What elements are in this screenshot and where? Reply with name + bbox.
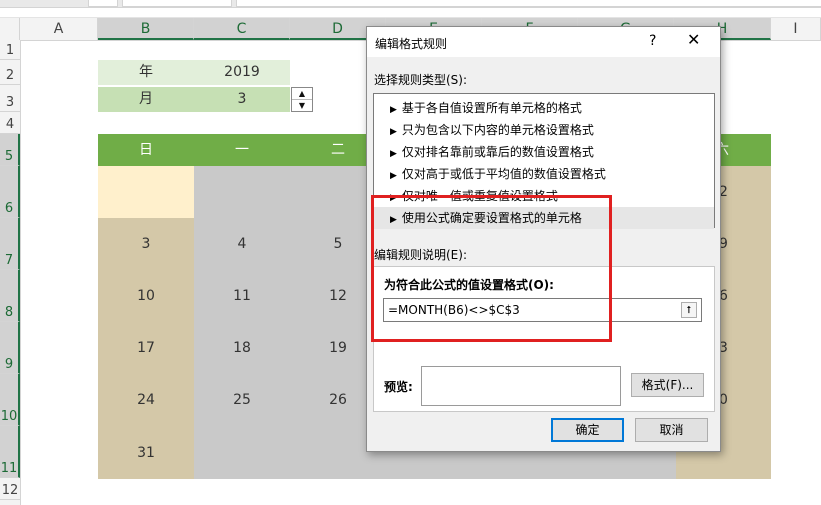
formula-bar-strip [0,0,821,8]
format-button[interactable]: 格式(F)... [631,373,704,397]
calendar-day-cell[interactable]: 4 [194,218,290,270]
rule-type-label: 仅对高于或低于平均值的数值设置格式 [401,167,606,181]
rule-type-item[interactable]: ▶ 仅对高于或低于平均值的数值设置格式 [374,163,714,185]
calendar-day-cell[interactable]: 24 [98,374,194,426]
help-icon[interactable]: ? [649,33,656,49]
weekday-sun: 日 [139,142,153,158]
rule-type-item[interactable]: ▶ 仅对排名靠前或靠后的数值设置格式 [374,141,714,163]
row-header-7[interactable]: 7 [0,218,20,270]
rule-type-label: 只为包含以下内容的单元格设置格式 [401,123,594,137]
select-rule-type-label: 选择规则类型(S): [374,73,468,87]
triangle-icon: ▶ [390,105,397,115]
spin-up-icon[interactable]: ▲ [292,88,312,100]
weekday-mon: 一 [235,142,249,158]
year-value-cell[interactable]: 2019 [194,60,290,85]
row-header-5[interactable]: 5 [0,134,20,166]
dialog-titlebar[interactable]: 编辑格式规则 ? ✕ [367,27,720,57]
strip-segment [236,0,821,7]
calendar-day-cell[interactable]: 17 [98,322,194,374]
strip-segment [122,0,232,7]
strip-segment [88,0,118,7]
row-header-11[interactable]: 11 [0,426,20,478]
row-header-4[interactable]: 4 [0,112,20,134]
triangle-icon: ▶ [390,171,397,181]
row-header-1[interactable]: 1 [0,40,20,60]
column-header-i[interactable]: I [771,18,821,40]
preview-label: 预览: [384,380,413,394]
row-header-12[interactable]: 12 [0,478,20,500]
dialog-title: 编辑格式规则 [375,37,448,51]
rule-type-label: 基于各自值设置所有单元格的格式 [401,101,582,115]
rule-type-label: 仅对排名靠前或靠后的数值设置格式 [401,145,594,159]
calendar-day-cell[interactable] [194,166,290,218]
row-header-6[interactable]: 6 [0,166,20,218]
highlight-annotation-box [371,195,612,342]
calendar-day-cell[interactable]: 31 [98,426,194,479]
calendar-day-cell[interactable]: 3 [98,218,194,270]
cancel-button[interactable]: 取消 [635,418,708,442]
row-header-8[interactable]: 8 [0,270,20,322]
ok-button[interactable]: 确定 [551,418,624,442]
year-label-cell[interactable]: 年 [98,60,194,85]
month-label-cell[interactable]: 月 [98,87,194,112]
month-value-cell[interactable]: 3 [194,87,290,112]
calendar-day-cell[interactable]: 18 [194,322,290,374]
close-icon[interactable]: ✕ [687,30,700,49]
row-header-3[interactable]: 3 [0,85,20,112]
column-header-b[interactable]: B [98,18,194,40]
row-header-2[interactable]: 2 [0,60,20,85]
select-all-corner[interactable] [0,18,20,40]
calendar-day-cell[interactable]: 25 [194,374,290,426]
rule-type-item[interactable]: ▶ 基于各自值设置所有单元格的格式 [374,97,714,119]
spin-down-icon[interactable]: ▼ [292,100,312,111]
calendar-day-cell[interactable] [98,166,194,218]
row-header-bar: 1 2 3 4 5 6 7 8 9 10 11 12 [0,40,21,505]
rule-type-item[interactable]: ▶ 只为包含以下内容的单元格设置格式 [374,119,714,141]
column-header-c[interactable]: C [194,18,290,40]
row-header-10[interactable]: 10 [0,374,20,426]
calendar-day-cell[interactable]: 11 [194,270,290,322]
row-header-9[interactable]: 9 [0,322,20,374]
month-spinner[interactable]: ▲ ▼ [291,87,313,112]
calendar-day-cell[interactable] [194,426,290,479]
calendar-day-cell[interactable]: 10 [98,270,194,322]
column-header-a[interactable]: A [20,18,98,40]
triangle-icon: ▶ [390,149,397,159]
collapse-dialog-icon[interactable]: ⭡ [681,302,697,318]
triangle-icon: ▶ [390,127,397,137]
format-preview-box [421,366,621,406]
